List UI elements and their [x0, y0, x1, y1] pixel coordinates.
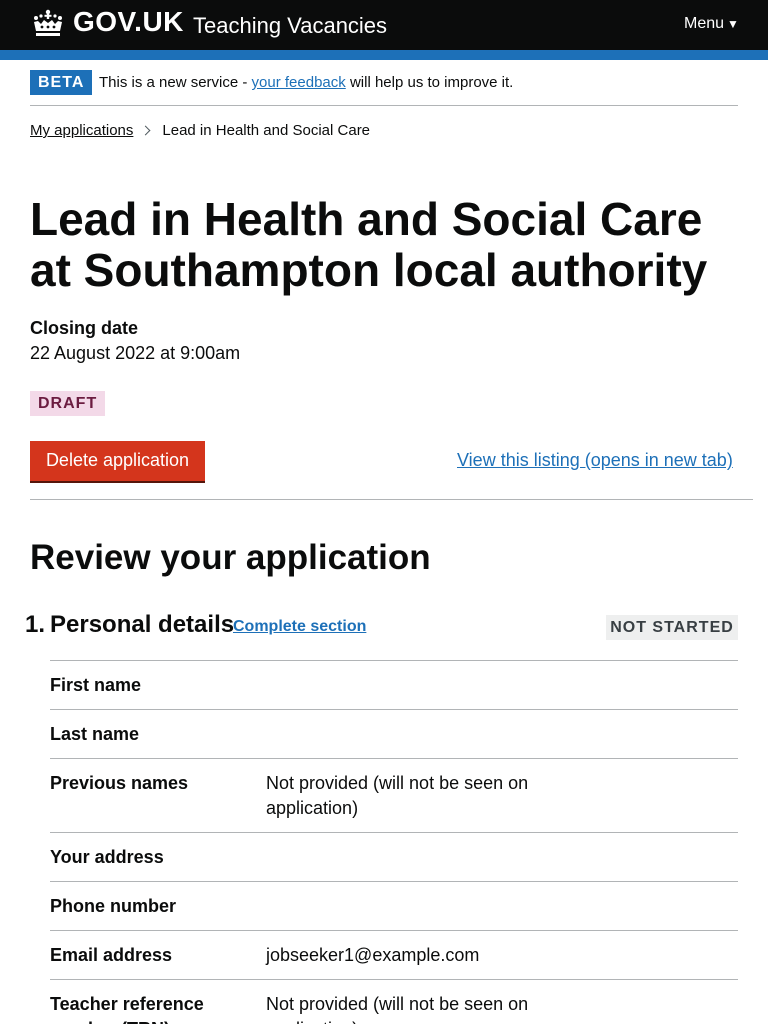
- summary-value: [266, 673, 556, 698]
- view-listing-link[interactable]: View this listing (opens in new tab): [457, 450, 733, 471]
- caret-down-icon: ▼: [727, 17, 739, 31]
- summary-value: Not provided (will not be seen on applic…: [266, 994, 529, 1024]
- section-number: 1.: [25, 611, 46, 638]
- crown-icon: [34, 9, 62, 36]
- section-title: Personal details: [50, 611, 235, 638]
- breadcrumb-current: Lead in Health and Social Care: [162, 122, 371, 139]
- phase-text-before: This is a new service -: [99, 74, 252, 91]
- closing-date-label: Closing date: [30, 318, 139, 338]
- feedback-link[interactable]: your feedback: [252, 74, 346, 91]
- page-title: Lead in Health and Social Care at Southa…: [30, 193, 708, 296]
- review-heading: Review your application: [30, 538, 431, 577]
- summary-row: First name: [50, 660, 738, 709]
- menu-label: Menu: [684, 15, 725, 32]
- summary-row: Last name: [50, 709, 738, 758]
- summary-key: First name: [50, 675, 142, 695]
- phase-text-after: will help us to improve it.: [345, 74, 514, 91]
- summary-row: Phone number: [50, 881, 738, 930]
- chevron-right-icon: [140, 125, 151, 136]
- summary-value: [266, 894, 556, 919]
- summary-value: [266, 722, 556, 747]
- site-header: GOV.UK Teaching Vacancies Menu ▼: [0, 0, 768, 50]
- summary-key: Last name: [50, 724, 140, 744]
- summary-key: Phone number: [50, 896, 177, 916]
- service-name[interactable]: Teaching Vacancies: [193, 13, 387, 39]
- beta-tag: BETA: [30, 70, 93, 95]
- complete-section-link[interactable]: Complete section: [233, 618, 366, 636]
- menu-button[interactable]: Menu ▼: [684, 15, 739, 33]
- summary-value: [266, 845, 556, 870]
- section-divider: [30, 499, 753, 500]
- phase-banner-text: This is a new service - your feedback wi…: [99, 74, 513, 91]
- header-accent-bar: [0, 50, 768, 60]
- summary-row: Email address jobseeker1@example.com: [50, 930, 738, 979]
- breadcrumb: My applications Lead in Health and Social…: [30, 122, 370, 139]
- personal-details-summary: First name Last name Previous names Not …: [50, 660, 738, 1024]
- summary-key: Your address: [50, 847, 164, 867]
- delete-application-button[interactable]: Delete application: [30, 441, 205, 481]
- draft-status-tag: DRAFT: [30, 391, 106, 416]
- summary-key: Email address: [50, 945, 173, 965]
- breadcrumb-my-applications[interactable]: My applications: [30, 122, 133, 139]
- not-started-tag: NOT STARTED: [606, 615, 738, 640]
- govuk-logo[interactable]: GOV.UK: [73, 6, 184, 38]
- summary-key: Teacher reference number (TRN): [50, 994, 204, 1024]
- summary-value: Not provided (will not be seen on applic…: [266, 773, 529, 818]
- closing-date-value: 22 August 2022 at 9:00am: [30, 343, 241, 363]
- phase-banner: BETA This is a new service - your feedba…: [30, 70, 738, 106]
- summary-key: Previous names: [50, 773, 189, 793]
- summary-row: Your address: [50, 832, 738, 881]
- summary-row: Previous names Not provided (will not be…: [50, 758, 738, 832]
- summary-value: jobseeker1@example.com: [266, 945, 480, 965]
- summary-row: Teacher reference number (TRN) Not provi…: [50, 979, 738, 1024]
